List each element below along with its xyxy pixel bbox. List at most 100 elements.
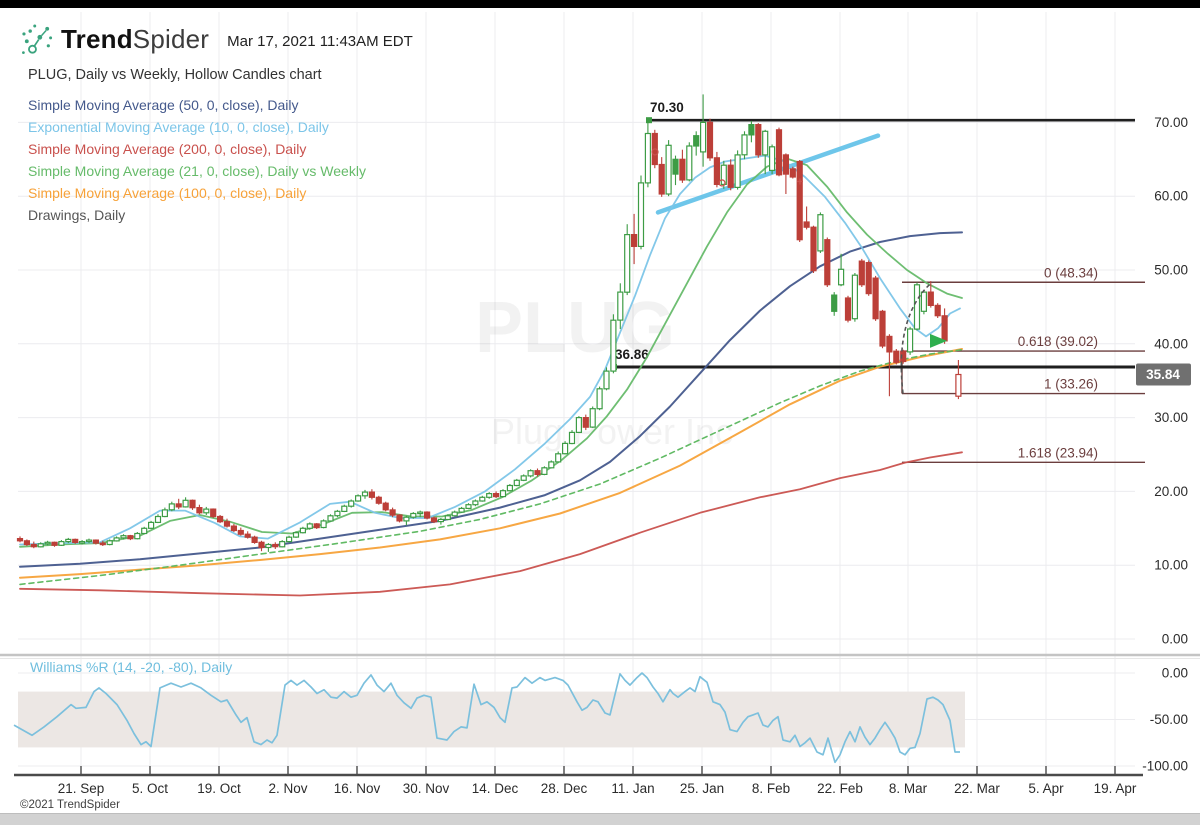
candle (741, 134, 748, 156)
candle (865, 262, 872, 295)
y-axis-label: 0.00 (1162, 632, 1188, 647)
candle (789, 168, 796, 178)
candle (541, 467, 548, 475)
candle (403, 516, 410, 522)
candle (803, 221, 810, 228)
candle (534, 470, 541, 476)
x-axis-label: 16. Nov (334, 781, 381, 796)
chart-title: PLUG, Daily vs Weekly, Hollow Candles ch… (28, 67, 322, 83)
candle (955, 373, 962, 397)
horizontal-line-label: 36.86 (615, 347, 649, 362)
candle (686, 145, 693, 181)
legend-item-4[interactable]: Simple Moving Average (100, 0, close), D… (28, 182, 366, 204)
candle (375, 496, 382, 504)
candle (465, 504, 472, 510)
x-axis-label: 5. Apr (1028, 781, 1064, 796)
candle (348, 500, 355, 507)
legend-item-2[interactable]: Simple Moving Average (200, 0, close), D… (28, 138, 366, 160)
x-axis-label: 21. Sep (58, 781, 105, 796)
candle (479, 496, 486, 502)
candle (51, 541, 58, 546)
candle (382, 502, 389, 511)
candle (292, 532, 300, 538)
candle (920, 291, 928, 312)
candle (872, 277, 879, 320)
candle (906, 328, 914, 353)
bottom-scroll-strip[interactable] (0, 813, 1200, 825)
candle (624, 234, 631, 293)
candle (396, 514, 403, 522)
y-axis-label: -100.00 (1142, 759, 1188, 774)
candle (458, 507, 465, 513)
candle (568, 431, 576, 445)
candle (831, 294, 838, 312)
candle (513, 479, 520, 487)
candle (244, 533, 251, 538)
y-axis-label: 30.00 (1154, 410, 1188, 425)
candle (506, 484, 513, 492)
candle (493, 493, 500, 498)
ma-line (19, 231, 963, 568)
candle (251, 536, 258, 544)
x-axis-label: 14. Dec (472, 781, 519, 796)
candle (210, 508, 217, 518)
williams-band (18, 691, 965, 748)
legend-item-5[interactable]: Drawings, Daily (28, 204, 366, 226)
y-axis-label: 50.00 (1154, 263, 1188, 278)
horizontal-line-label: 70.30 (650, 100, 684, 115)
x-axis-label: 2. Nov (268, 781, 307, 796)
y-axis-label: 10.00 (1154, 558, 1188, 573)
candle (127, 535, 134, 540)
candle (472, 500, 479, 506)
candle (858, 260, 865, 286)
candle (637, 182, 645, 247)
candle (713, 157, 721, 186)
legend-item-0[interactable]: Simple Moving Average (50, 0, close), Da… (28, 94, 366, 116)
candle (486, 493, 493, 498)
candle (782, 154, 790, 175)
brand-spider: Spider (132, 23, 210, 54)
candle (182, 499, 189, 508)
candle (596, 388, 603, 410)
williams-r-label[interactable]: Williams %R (14, -20, -80), Daily (30, 659, 232, 675)
legend-item-3[interactable]: Simple Moving Average (21, 0, close), Da… (28, 160, 366, 182)
candle (603, 370, 610, 390)
candle (430, 517, 438, 523)
candle (555, 453, 562, 463)
candle (672, 158, 679, 175)
brand-wordmark: TrendSpider (61, 24, 209, 55)
candle (389, 509, 396, 516)
candle (941, 315, 948, 342)
candle (437, 518, 444, 523)
candle (451, 511, 458, 517)
candle (368, 491, 375, 498)
x-axis-label: 11. Jan (611, 781, 654, 796)
candle (85, 539, 93, 543)
candle (693, 135, 700, 147)
x-axis-label: 22. Mar (954, 781, 1000, 796)
candle (44, 541, 51, 545)
fib-label: 1.618 (23.94) (1018, 445, 1098, 460)
candle (168, 503, 175, 511)
ma-line (19, 348, 963, 579)
candle (265, 543, 272, 549)
candle (644, 132, 652, 184)
candle (286, 536, 293, 543)
candle (734, 154, 741, 188)
indicator-legend: Simple Moving Average (50, 0, close), Da… (28, 94, 366, 226)
candle (630, 234, 638, 248)
legend-item-1[interactable]: Exponential Moving Average (10, 0, close… (28, 116, 366, 138)
candle (658, 163, 665, 195)
candle (720, 164, 727, 185)
candle (582, 417, 589, 428)
x-axis-label: 22. Feb (817, 781, 863, 796)
candle (527, 470, 534, 477)
header: TrendSpider Mar 17, 2021 11:43AM EDT (20, 22, 413, 56)
candle (679, 158, 686, 181)
candle (699, 121, 707, 153)
candle (327, 515, 334, 522)
candle (755, 123, 762, 156)
candle (844, 297, 852, 321)
candle (30, 543, 37, 548)
candle (196, 507, 203, 514)
